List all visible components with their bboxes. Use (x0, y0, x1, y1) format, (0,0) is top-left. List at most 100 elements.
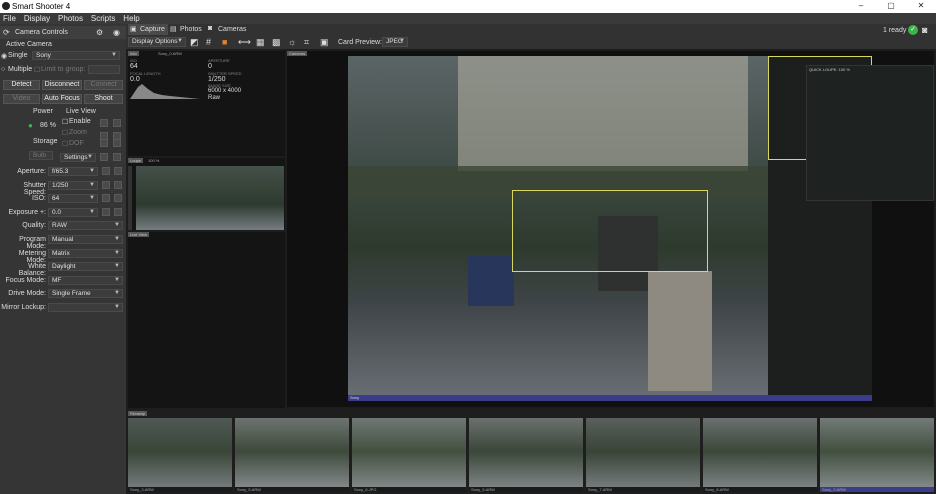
single-camera-value: Sony (36, 52, 51, 59)
tab-capture[interactable]: ▣ Capture (128, 24, 168, 35)
multiple-label: Multiple (8, 66, 33, 73)
setting-select[interactable]: RAW ▼ (48, 221, 123, 230)
settings-icon[interactable]: ⚙ (96, 28, 103, 37)
refresh-icon[interactable]: ⟳ (3, 28, 10, 37)
liveview-right-button[interactable] (113, 119, 121, 127)
setting-select[interactable]: ▼ (48, 303, 123, 312)
video-button[interactable]: Video (3, 94, 40, 104)
setting-select[interactable]: Daylight ▼ (48, 262, 123, 271)
detect-button[interactable]: Detect (3, 80, 40, 90)
chevron-down-icon: ▼ (114, 236, 120, 242)
grid-icon[interactable]: # (206, 37, 211, 47)
filmstrip-thumbnail[interactable]: Sony_6.JPG (352, 418, 466, 492)
main-photo-pane: Cameras Sony QUICK LOUPE: 100 % (287, 51, 934, 407)
filmstrip-thumbnail[interactable]: Sony_7.ARW (586, 418, 700, 492)
minimize-button[interactable]: – (846, 1, 876, 12)
camera-status-icon[interactable]: ◙ (922, 25, 927, 35)
chevron-down-icon: ▼ (89, 209, 95, 215)
filmstrip-thumbnail[interactable]: Sony_5.ARW (469, 418, 583, 492)
zoom-checkbox[interactable]: ☐ (62, 129, 68, 137)
setting-increment-button[interactable] (114, 208, 122, 216)
thumbnail-caption: Sony_8.ARW (703, 487, 817, 492)
maximize-button[interactable]: ▢ (876, 1, 906, 12)
check-icon: ✓ (908, 25, 918, 35)
setting-decrement-button[interactable] (102, 208, 110, 216)
loupe-scrollbar[interactable] (128, 166, 132, 230)
filmstrip-thumbnail[interactable]: Sony_5.ARW (235, 418, 349, 492)
fit-width-icon[interactable]: ⟷ (238, 37, 251, 48)
filmstrip-tag: Filmstrip (128, 411, 148, 416)
menu-scripts[interactable]: Scripts (88, 13, 118, 23)
single-label: Single (8, 52, 28, 59)
enable-checkbox[interactable]: ☐ (62, 118, 68, 126)
main-photo[interactable]: Sony (348, 56, 872, 401)
menu-photos[interactable]: Photos (55, 13, 86, 23)
bulb-select[interactable]: Bulb (29, 151, 53, 160)
setting-select[interactable]: 64 ▼ (48, 194, 98, 203)
multiple-checkbox[interactable]: ☐ (34, 66, 40, 74)
liveview-tag: Live View (128, 232, 150, 237)
shoot-button[interactable]: Shoot (84, 94, 123, 104)
checker-icon[interactable]: ▩ (272, 37, 281, 48)
chevron-down-icon: ▼ (399, 38, 405, 44)
filmstrip-thumbnail[interactable]: Sony_3.ARW (128, 418, 232, 492)
setting-select[interactable]: Matrix ▼ (48, 249, 123, 258)
target-icon[interactable]: ◉ (113, 28, 120, 37)
liveview-left-button[interactable] (100, 119, 108, 127)
brightness-icon[interactable]: ☼ (288, 37, 296, 47)
display-options-dropdown[interactable]: Display Options ▼ (128, 37, 186, 47)
qr-icon[interactable]: ▣ (320, 37, 329, 48)
menu-help[interactable]: Help (120, 13, 142, 23)
storage-left-button[interactable] (100, 139, 108, 147)
setting-value: f/65.3 (52, 168, 69, 175)
setting-decrement-button[interactable] (102, 167, 110, 175)
tab-cameras[interactable]: ◙ Cameras (208, 24, 250, 35)
setting-decrement-button[interactable] (102, 194, 110, 202)
single-radio[interactable]: ◉ (1, 52, 7, 60)
group-select[interactable] (88, 65, 120, 74)
tab-photos[interactable]: ▤ Photos (170, 24, 206, 35)
focus-icon[interactable]: ■ (222, 37, 227, 47)
crop-icon[interactable]: ⌗ (304, 37, 309, 48)
setting-select[interactable]: Single Frame ▼ (48, 289, 123, 298)
auto-focus-button[interactable]: Auto Focus (42, 94, 82, 104)
setting-select[interactable]: 0.0 ▼ (48, 208, 98, 217)
setting-select[interactable]: MF ▼ (48, 276, 123, 285)
loupe-panel: Loupe 100 % (128, 158, 285, 230)
settings-right-button[interactable] (113, 153, 121, 161)
histogram (130, 84, 200, 99)
power-label: Power (33, 108, 53, 115)
single-camera-select[interactable]: Sony ▼ (32, 51, 120, 60)
storage-right-button[interactable] (113, 139, 121, 147)
menu-file[interactable]: File (0, 13, 19, 23)
multiple-radio[interactable]: ○ (1, 66, 5, 73)
chevron-down-icon: ▼ (89, 168, 95, 174)
chevron-down-icon: ▼ (114, 290, 120, 296)
close-button[interactable]: ✕ (906, 1, 936, 12)
tab-capture-label: Capture (140, 26, 165, 33)
card-preview-label: Card Preview: (338, 39, 382, 46)
settings-dropdown[interactable]: Settings ▼ (60, 153, 96, 162)
filmstrip-thumbnail[interactable]: Sony_9.ARW (820, 418, 934, 492)
filmstrip-thumbnail[interactable]: Sony_8.ARW (703, 418, 817, 492)
settings-left-button[interactable] (100, 153, 108, 161)
histogram-icon[interactable]: ◩ (190, 37, 199, 48)
setting-increment-button[interactable] (114, 194, 122, 202)
setting-select[interactable]: 1/250 ▼ (48, 181, 98, 190)
setting-select[interactable]: Manual ▼ (48, 235, 123, 244)
card-preview-select[interactable]: JPEG ▼ (382, 37, 408, 47)
zoom-label: Zoom (69, 129, 87, 136)
dof-checkbox[interactable]: ☐ (62, 140, 68, 148)
connect-button[interactable]: Connect (84, 80, 123, 90)
setting-increment-button[interactable] (114, 181, 122, 189)
setting-label: ISO: (31, 195, 46, 202)
enable-label: Enable (69, 118, 91, 125)
menu-display[interactable]: Display (21, 13, 53, 23)
disconnect-button[interactable]: Disconnect (42, 80, 82, 90)
zebra-icon[interactable]: ▦ (256, 37, 265, 48)
thumbnail-caption: Sony_9.ARW (820, 487, 934, 492)
setting-increment-button[interactable] (114, 167, 122, 175)
setting-decrement-button[interactable] (102, 181, 110, 189)
setting-label: Metering Mode: (18, 250, 46, 264)
setting-select[interactable]: f/65.3 ▼ (48, 167, 98, 176)
